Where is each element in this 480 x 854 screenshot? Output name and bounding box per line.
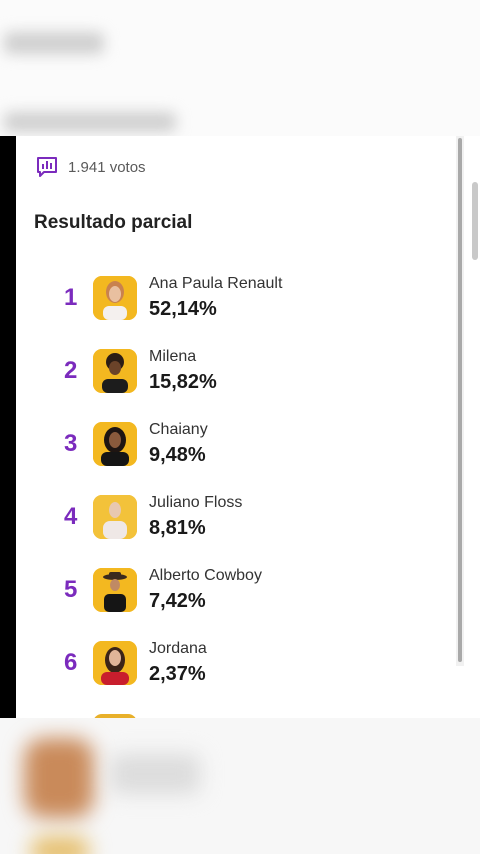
candidate-rank: 1 (64, 284, 78, 311)
person-avatar (93, 422, 137, 466)
candidate-rank: 6 (64, 649, 78, 676)
candidate-rank: 4 (64, 503, 78, 530)
bar-chart-icon (37, 157, 57, 177)
blurred-text-2 (4, 112, 176, 132)
candidate-name: Juliano Floss (149, 494, 243, 511)
candidate-name: Milena (149, 348, 197, 365)
candidate-name: Ana Paula Renault (149, 275, 283, 292)
blurred-avatar-2 (30, 836, 90, 854)
page-scrollbar[interactable] (472, 182, 478, 260)
blurred-text (110, 754, 200, 794)
candidate-percent: 9,48% (149, 444, 206, 466)
votes-count-text: 1.941 votos (68, 158, 146, 176)
candidate-percent: 15,82% (149, 371, 217, 393)
candidate-row: 2 Milena 15,82% (16, 348, 456, 411)
candidate-row: 1 Ana Paula Renault 52,14% (16, 275, 456, 338)
blurred-header (0, 0, 480, 136)
results-title: Resultado parcial (34, 212, 193, 233)
candidate-row: 4 Juliano Floss 8,81% (16, 494, 456, 557)
person-avatar (93, 349, 137, 393)
candidate-name: Jordana (149, 640, 207, 657)
candidate-rank: 3 (64, 430, 78, 457)
candidate-percent: 7,42% (149, 590, 206, 612)
blurred-avatar (24, 738, 94, 818)
person-avatar (93, 641, 137, 685)
blurred-footer (0, 718, 480, 854)
candidate-row: 6 Jordana 2,37% (16, 640, 456, 703)
candidate-row: 5 Alberto Cowboy 7,42% (16, 567, 456, 630)
candidate-name: Alberto Cowboy (149, 567, 262, 584)
candidate-row: 3 Chaiany 9,48% (16, 421, 456, 484)
person-avatar (93, 276, 137, 320)
votes-count: 1.941 votos (36, 156, 146, 178)
candidate-percent: 52,14% (149, 298, 217, 320)
blurred-text-1 (4, 32, 104, 54)
candidate-name: Chaiany (149, 421, 208, 438)
candidate-rank: 5 (64, 576, 78, 603)
left-edge-strip (0, 136, 16, 718)
scrollbar-thumb[interactable] (458, 138, 462, 662)
poll-results-card: 1.941 votos Resultado parcial 1 Ana Paul… (16, 136, 472, 718)
candidate-rank: 2 (64, 357, 78, 384)
person-avatar (93, 495, 137, 539)
candidate-percent: 2,37% (149, 663, 206, 685)
candidate-percent: 8,81% (149, 517, 206, 539)
person-avatar (93, 568, 137, 612)
